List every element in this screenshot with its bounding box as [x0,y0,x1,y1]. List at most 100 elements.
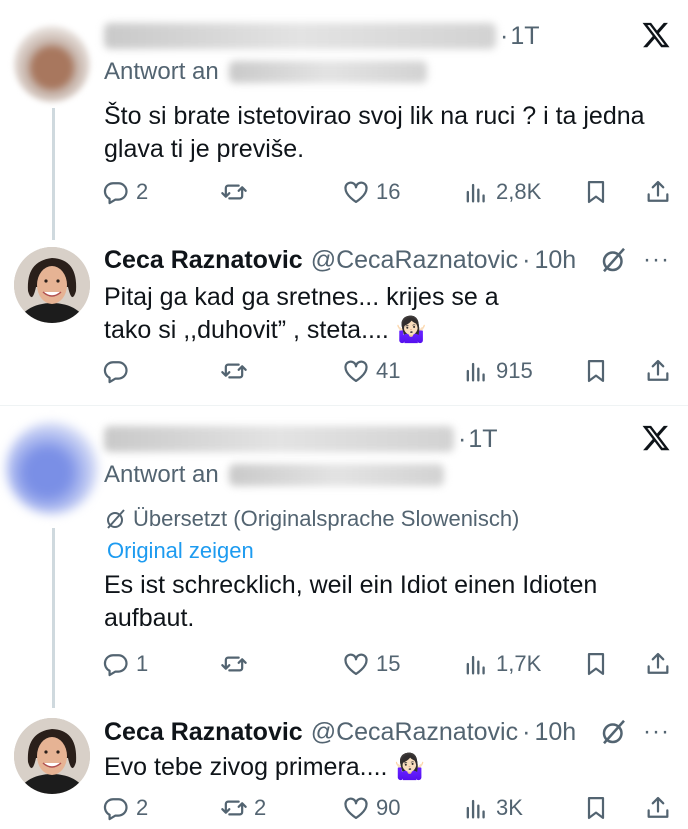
like-count: 41 [376,358,401,383]
heart-icon [344,653,368,676]
grok-icon [107,509,125,529]
x-logo-icon[interactable] [641,20,671,50]
avatar[interactable] [14,26,90,102]
avatar-portrait [14,247,90,323]
reply-count: 1 [136,651,149,676]
share-icon [647,652,669,674]
more-icon[interactable]: ··· [643,718,670,746]
tweet-time[interactable]: 1T [468,425,497,454]
views-button[interactable]: 3K [462,788,523,828]
repost-button[interactable]: 2 [220,788,266,828]
blurred-author[interactable] [104,426,454,452]
avatar[interactable] [6,422,98,514]
separator-dot: · [458,424,467,453]
like-count: 90 [376,795,401,820]
tweet-2[interactable]: Ceca Raznatovic @CecaRaznatovic · 10h ··… [0,225,688,405]
repost-icon [221,184,247,200]
bookmark-button[interactable] [582,644,610,684]
separator-dot: · [500,21,509,50]
x-logo-icon[interactable] [641,423,671,453]
bookmark-button[interactable] [582,172,610,212]
like-count: 15 [376,651,401,676]
author-name[interactable]: Ceca Raznatovic [104,246,303,275]
translated-label: Übersetzt (Originalsprache Slowenisch) [133,506,520,531]
like-button[interactable]: 15 [342,644,400,684]
repost-button[interactable] [220,644,254,684]
repost-button[interactable] [220,172,254,212]
heart-icon [344,181,368,204]
reply-to: Antwort an [104,58,427,86]
view-count: 3K [496,795,523,820]
reply-button[interactable] [102,351,136,391]
tweet-time[interactable]: 10h [534,246,576,275]
heart-icon [344,797,368,820]
tweet-4[interactable]: Ceca Raznatovic @CecaRaznatovic · 10h ··… [0,701,688,829]
bookmark-icon [587,796,605,820]
heart-icon [344,360,368,383]
tweet-text: Pitaj ga kad ga sretnes... krijes se a t… [104,283,499,344]
separator-dot: · [522,717,531,746]
action-bar: 2 2 90 3K [102,788,672,828]
share-button[interactable] [644,788,672,828]
bookmark-icon [587,359,605,383]
translation-note: Übersetzt (Originalsprache Slowenisch) [104,506,519,532]
analytics-icon [466,362,485,382]
tweet-3[interactable]: · 1T Antwort an Übersetzt (Originalsprac… [0,406,688,701]
bookmark-icon [587,652,605,676]
tweet-1[interactable]: · 1T Antwort an Što si brate istetovirao… [0,0,688,225]
reply-to: Antwort an [104,461,444,489]
like-button[interactable]: 90 [342,788,400,828]
views-button[interactable]: 915 [462,351,533,391]
share-button[interactable] [644,351,672,391]
action-bar: 1 15 1,7K [102,644,672,684]
reply-count: 2 [136,795,149,820]
repost-count: 2 [254,795,267,820]
bookmark-button[interactable] [582,351,610,391]
like-button[interactable]: 41 [342,351,400,391]
reply-icon [103,654,128,677]
avatar[interactable] [14,718,90,794]
reply-prefix: Antwort an [104,461,219,488]
share-icon [647,796,669,818]
view-count: 915 [496,358,533,383]
reply-prefix: Antwort an [104,58,219,85]
reply-button[interactable]: 2 [102,788,148,828]
views-button[interactable]: 2,8K [462,172,541,212]
tweet-text: Es ist schrecklich, weil ein Idiot einen… [104,571,598,632]
repost-icon [221,363,247,379]
avatar-portrait [14,718,90,794]
repost-icon [221,656,247,672]
share-button[interactable] [644,172,672,212]
grok-icon[interactable] [599,717,629,747]
tweet-header: · 1T [104,18,688,54]
view-count: 2,8K [496,179,542,204]
tweet-time[interactable]: 1T [510,22,539,51]
blurred-reply-handle[interactable] [228,464,444,486]
analytics-icon [466,799,485,819]
avatar[interactable] [14,247,90,323]
share-button[interactable] [644,644,672,684]
author-name[interactable]: Ceca Raznatovic [104,718,303,747]
more-icon[interactable]: ··· [643,246,670,274]
blurred-reply-handle[interactable] [228,61,427,83]
grok-icon[interactable] [599,245,629,275]
analytics-icon [466,655,485,675]
reply-icon [103,798,128,821]
view-count: 1,7K [496,651,542,676]
reply-button[interactable]: 2 [102,172,148,212]
like-count: 16 [376,179,401,204]
separator-dot: · [522,245,531,274]
reply-count: 2 [136,179,149,204]
views-button[interactable]: 1,7K [462,644,541,684]
blurred-author[interactable] [104,23,496,49]
tweet-time[interactable]: 10h [534,718,576,747]
author-handle[interactable]: @CecaRaznatovic [311,718,518,747]
reply-button[interactable]: 1 [102,644,148,684]
share-icon [647,180,669,202]
repost-button[interactable] [220,351,254,391]
author-handle[interactable]: @CecaRaznatovic [311,246,518,275]
bookmark-button[interactable] [582,788,610,828]
show-original-link[interactable]: Original zeigen [107,538,254,564]
repost-icon [221,800,247,816]
like-button[interactable]: 16 [342,172,400,212]
